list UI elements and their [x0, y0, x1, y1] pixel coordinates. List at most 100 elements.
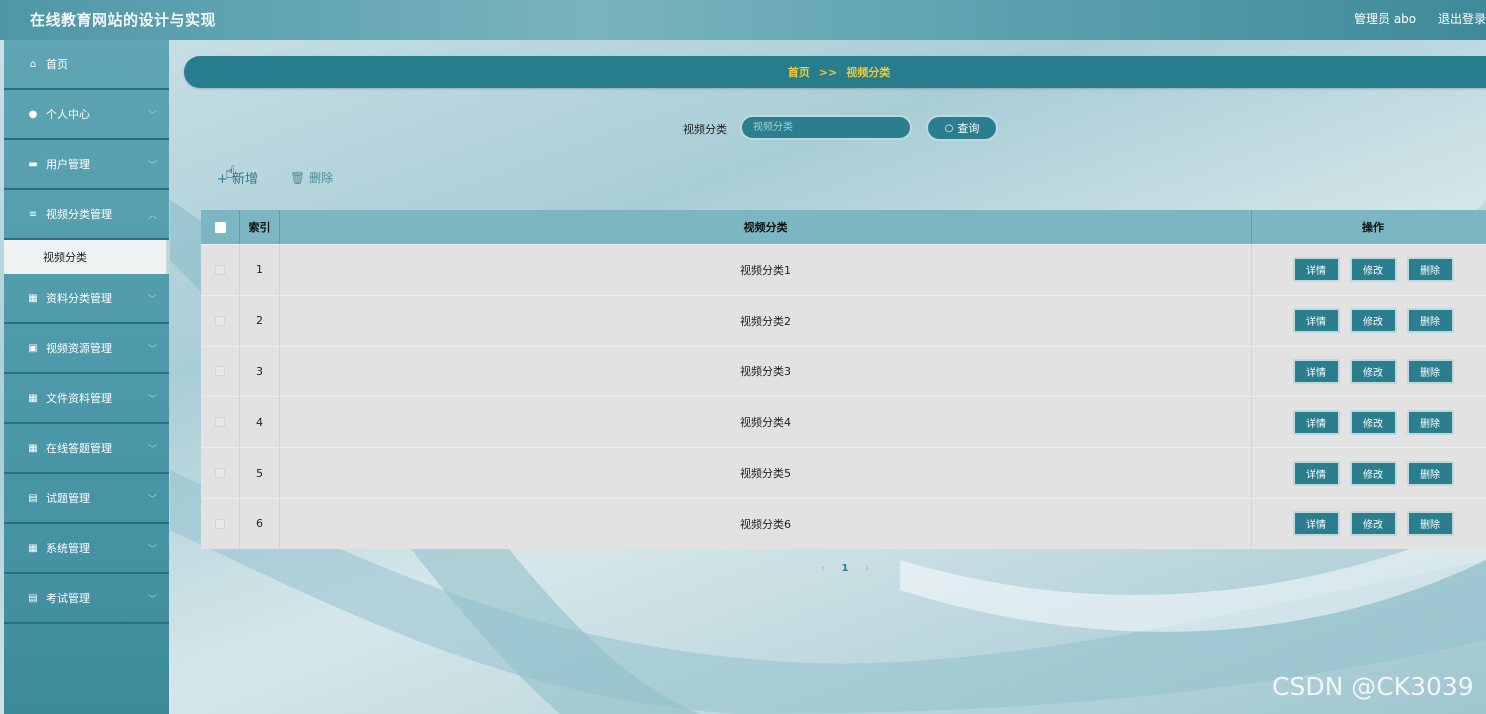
breadcrumb: 首页 >> 视频分类 — [184, 56, 1486, 88]
detail-button[interactable]: 详情 — [1292, 257, 1340, 283]
prev-page-button[interactable]: ‹ — [812, 563, 834, 574]
sidebar-item-online-answer-management[interactable]: ▦ 在线答题管理 ﹀ — [4, 424, 169, 474]
sidebar-item-question-management[interactable]: ▤ 试题管理 ﹀ — [4, 474, 169, 524]
sidebar-item-label: 视频资源管理 — [46, 342, 112, 355]
app-title: 在线教育网站的设计与实现 — [30, 11, 217, 29]
home-icon: ⌂ — [29, 58, 37, 70]
sidebar-item-material-category-management[interactable]: ▦ 资料分类管理 ﹀ — [4, 274, 169, 324]
next-page-button[interactable]: › — [856, 563, 878, 574]
sidebar-subitem-video-category[interactable]: 视频分类 — [4, 240, 169, 274]
sidebar-item-label: 个人中心 — [46, 108, 90, 121]
row-index: 1 — [240, 245, 280, 295]
row-checkbox-cell — [201, 448, 240, 498]
page-number[interactable]: 1 — [834, 563, 856, 574]
delete-button[interactable]: 删除 — [1406, 257, 1454, 283]
row-checkbox[interactable] — [215, 366, 225, 377]
row-index: 5 — [240, 448, 280, 498]
row-index: 2 — [240, 295, 280, 346]
table-row: 6 视频分类6 详情 修改 删除 — [201, 497, 1486, 549]
edit-button[interactable]: 修改 — [1349, 511, 1397, 537]
sidebar-item-label: 文件资料管理 — [46, 392, 112, 405]
delete-button[interactable]: 删除 — [1406, 358, 1454, 384]
sidebar-item-label: 资料分类管理 — [46, 292, 112, 305]
sidebar-item-video-category-management[interactable]: ≡ 视频分类管理 ︿ — [4, 190, 169, 240]
sliders-icon: ≡ — [28, 208, 38, 220]
detail-button[interactable]: 详情 — [1292, 511, 1340, 537]
sidebar-item-home[interactable]: ⌂ 首页 — [4, 40, 169, 90]
delete-button[interactable]: 删除 — [1406, 308, 1454, 334]
row-name: 视频分类6 — [280, 498, 1252, 549]
pagination: ‹ 1 › — [812, 559, 878, 577]
header-index: 索引 — [240, 210, 280, 244]
row-checkbox[interactable] — [215, 315, 225, 326]
edit-button[interactable]: 修改 — [1349, 409, 1397, 435]
row-name: 视频分类1 — [280, 245, 1252, 295]
detail-button[interactable]: 详情 — [1292, 358, 1340, 384]
search-icon: ○ — [944, 122, 954, 134]
chevron-down-icon: ﹀ — [147, 295, 157, 305]
chevron-up-icon: ︿ — [147, 211, 157, 221]
breadcrumb-home[interactable]: 首页 — [788, 64, 810, 80]
sidebar-item-label: 试题管理 — [46, 492, 90, 505]
edit-button[interactable]: 修改 — [1349, 257, 1397, 283]
sidebar-item-video-resource-management[interactable]: ▣ 视频资源管理 ﹀ — [4, 324, 169, 374]
breadcrumb-separator: >> — [818, 65, 838, 79]
breadcrumb-current: 视频分类 — [846, 66, 891, 79]
user-name: 管理员 abo — [1354, 12, 1417, 26]
monitor-icon: ▬ — [28, 158, 38, 170]
image-icon: ▣ — [28, 342, 38, 354]
table-row: 5 视频分类5 详情 修改 删除 — [201, 447, 1486, 498]
add-button[interactable]: + 新增 — [217, 168, 258, 187]
select-all-cell — [201, 210, 240, 244]
chevron-down-icon: ﹀ — [147, 445, 157, 455]
sidebar-item-system-management[interactable]: ▦ 系统管理 ﹀ — [4, 524, 169, 574]
row-checkbox[interactable] — [215, 417, 225, 428]
user-icon: ● — [28, 108, 38, 120]
row-name: 视频分类4 — [280, 397, 1252, 448]
chevron-down-icon: ﹀ — [147, 545, 157, 555]
batch-delete-label: 删除 — [309, 171, 334, 185]
grid-icon: ▦ — [28, 542, 38, 554]
sidebar-item-label: 系统管理 — [46, 542, 90, 555]
trash-icon: 🗑 — [290, 171, 306, 185]
sidebar-item-personal-center[interactable]: ● 个人中心 ﹀ — [4, 90, 169, 140]
row-checkbox[interactable] — [215, 518, 225, 529]
grid-icon: ▦ — [28, 292, 38, 304]
edit-button[interactable]: 修改 — [1349, 460, 1397, 486]
table-row: 1 视频分类1 详情 修改 删除 — [201, 244, 1486, 295]
chevron-down-icon: ﹀ — [147, 495, 157, 505]
chevron-down-icon: ﹀ — [147, 395, 157, 405]
batch-delete-button[interactable]: 🗑 删除 — [290, 169, 333, 186]
logout-link[interactable]: 退出登录 — [1438, 12, 1486, 26]
row-ops: 详情 修改 删除 — [1252, 448, 1486, 498]
grid-icon: ▦ — [28, 392, 38, 404]
detail-button[interactable]: 详情 — [1292, 460, 1340, 486]
row-ops: 详情 修改 删除 — [1252, 245, 1486, 295]
row-checkbox-cell — [201, 397, 240, 448]
edit-button[interactable]: 修改 — [1349, 308, 1397, 334]
detail-button[interactable]: 详情 — [1292, 409, 1340, 435]
delete-button[interactable]: 删除 — [1406, 409, 1454, 435]
row-checkbox[interactable] — [215, 264, 225, 275]
table-icon: ▦ — [28, 442, 38, 454]
select-all-checkbox[interactable] — [214, 221, 226, 233]
header-name: 视频分类 — [280, 210, 1252, 244]
row-name: 视频分类2 — [280, 295, 1252, 346]
header-ops: 操作 — [1362, 221, 1384, 234]
delete-button[interactable]: 删除 — [1406, 511, 1454, 537]
search-input[interactable] — [740, 115, 912, 140]
row-ops: 详情 修改 删除 — [1252, 347, 1486, 397]
clipboard-icon: ▤ — [28, 592, 38, 604]
row-ops: 详情 修改 删除 — [1252, 499, 1486, 549]
delete-button[interactable]: 删除 — [1406, 460, 1454, 486]
sidebar-item-user-management[interactable]: ▬ 用户管理 ﹀ — [4, 140, 169, 190]
edit-button[interactable]: 修改 — [1349, 358, 1397, 384]
sidebar-item-file-material-management[interactable]: ▦ 文件资料管理 ﹀ — [4, 374, 169, 424]
search-button[interactable]: ○ 查询 — [926, 115, 998, 141]
sidebar-item-label: 视频分类管理 — [46, 208, 112, 221]
detail-button[interactable]: 详情 — [1292, 308, 1340, 334]
sidebar-item-exam-management[interactable]: ▤ 考试管理 ﹀ — [4, 574, 169, 624]
chevron-down-icon: ﹀ — [147, 595, 157, 605]
data-table: 索引 视频分类 操作 1 视频分类1 详情 修改 删除 2 视频分类2 详情 修… — [201, 210, 1486, 549]
row-checkbox[interactable] — [215, 468, 225, 479]
